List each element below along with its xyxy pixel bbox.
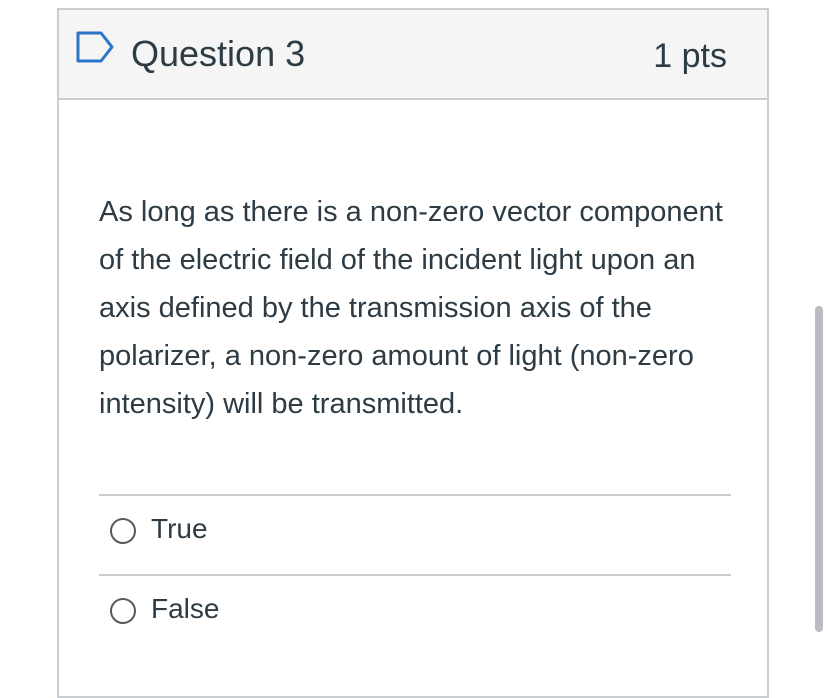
scrollbar[interactable] [815,306,823,632]
answer-divider [99,494,731,496]
question-points: 1 pts [653,37,727,75]
answer-label: True [151,513,208,544]
answer-divider [99,574,731,576]
flag-icon[interactable] [75,30,117,64]
answer-option-false[interactable]: False [99,584,731,644]
radio-icon[interactable] [110,518,136,544]
answer-option-true[interactable]: True [99,504,731,564]
answer-label: False [151,593,220,624]
question-card: Question 3 1 pts As long as there is a n… [57,8,769,698]
question-header: Question 3 1 pts [59,10,767,100]
radio-icon[interactable] [110,598,136,624]
question-text: As long as there is a non-zero vector co… [99,196,723,420]
question-title: Question 3 [131,33,306,74]
